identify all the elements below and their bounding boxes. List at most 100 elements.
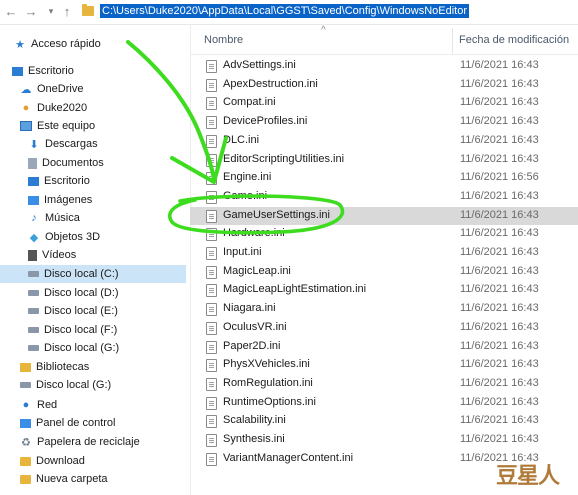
file-row[interactable]: AdvSettings.ini 11/6/2021 16:43 [190,57,578,75]
network-icon: ● [22,399,30,411]
sidebar-item[interactable]: ♻ Papelera de reciclaje [0,433,186,451]
file-date: 11/6/2021 16:43 [460,433,539,445]
folder-icon [20,474,31,484]
address-path[interactable]: C:\Users\Duke2020\AppData\Local\GGST\Sav… [100,4,470,18]
sidebar-item[interactable]: Disco local (G:) [0,339,186,357]
file-row[interactable]: ApexDestruction.ini 11/6/2021 16:43 [190,76,578,94]
navigation-pane: ★ Acceso rápido Escritorio ☁ OneDrive ● Duke20… [0,24,191,495]
drive-icon [28,290,39,296]
file-name: MagicLeapLightEstimation.ini [223,283,367,296]
ini-file-icon [206,190,217,204]
sidebar-item[interactable]: Vídeos [0,246,186,264]
file-name: Input.ini [223,246,262,258]
file-date: 11/6/2021 16:43 [460,339,539,352]
star-icon: ★ [15,38,25,51]
file-date: 11/6/2021 16:43 [460,208,539,221]
file-row[interactable]: Input.ini 11/6/2021 16:43 [190,244,578,262]
sidebar-item[interactable]: Disco local (E:) [0,302,186,320]
ini-file-icon [206,265,217,279]
address-bar[interactable]: C:\Users\Duke2020\AppData\Local\GGST\Sav… [80,2,574,20]
sidebar-item-label: Imágenes [44,194,93,206]
ini-file-icon [206,172,217,186]
sidebar-item[interactable]: Este equipo [0,117,186,135]
sidebar-item[interactable]: Disco local (D:) [0,284,186,302]
file-row[interactable]: RomRegulation.ini 11/6/2021 16:43 [190,375,578,393]
column-date-header[interactable]: Fecha de modificación [459,34,569,46]
sidebar-item[interactable]: Download [0,452,186,470]
sidebar-item-label: Música [45,212,80,224]
sidebar-item-label: Nueva carpeta [36,473,108,485]
sidebar-item-label: Este equipo [37,120,96,132]
ini-file-icon [206,284,217,298]
sidebar-item-label: Documentos [42,157,104,169]
libraries-icon [20,362,31,372]
file-row[interactable]: DeviceProfiles.ini 11/6/2021 16:43 [190,113,578,131]
sidebar-item[interactable]: ★ Acceso rápido [0,35,186,53]
file-row[interactable]: MagicLeap.ini 11/6/2021 16:43 [190,263,578,281]
file-row[interactable]: GameUserSettings.ini 11/6/2021 16:43 [190,206,578,225]
sidebar-item[interactable]: Disco local (F:) [0,321,186,339]
file-row[interactable]: DLC.ini 11/6/2021 16:43 [190,132,578,150]
sidebar-item[interactable]: ♪ Música [0,209,186,227]
sidebar-item[interactable]: Imágenes [0,191,186,209]
sidebar-item-label: Duke2020 [37,102,88,114]
file-row[interactable]: Compat.ini 11/6/2021 16:43 [190,94,578,112]
sidebar-item[interactable]: Documentos [0,154,186,172]
file-name: Compat.ini [223,96,276,109]
file-row[interactable]: RuntimeOptions.ini 11/6/2021 16:43 [190,394,578,412]
file-date: 11/6/2021 16:43 [460,302,539,315]
drive-icon [28,308,39,314]
file-name: Scalability.ini [223,414,286,427]
forward-arrow-icon[interactable]: → [23,3,39,19]
sidebar-item[interactable]: Bibliotecas [0,358,186,376]
sort-chevron-icon[interactable]: ^ [321,25,326,36]
file-row[interactable]: Scalability.ini 11/6/2021 16:43 [190,412,578,430]
file-date: 11/6/2021 16:43 [460,320,539,333]
file-date: 11/6/2021 16:43 [460,152,539,165]
file-row[interactable]: MagicLeapLightEstimation.ini 11/6/2021 16… [190,281,578,299]
sidebar-item-label: Disco local (G:) [44,342,120,354]
file-row[interactable]: EditorScriptingUtilities.ini 11/6/2021 16… [190,151,578,169]
folder-icon [20,456,31,466]
sidebar-item[interactable]: Escritorio [0,172,186,190]
file-date: 11/6/2021 16:43 [460,227,539,240]
file-name: DLC.ini [223,133,260,146]
column-name-header[interactable]: Nombre [204,34,243,46]
chevron-down-icon[interactable]: ▾ [43,3,59,19]
file-row[interactable]: OculusVR.ini 11/6/2021 16:43 [190,319,578,337]
ini-file-icon [206,228,217,242]
sidebar-item[interactable]: Disco local (C:) [0,265,186,283]
column-separator[interactable] [452,28,453,54]
drive-icon [28,345,39,351]
file-row[interactable]: Niagara.ini 11/6/2021 16:43 [190,300,578,318]
sidebar-item-label: Disco local (C:) [44,268,119,280]
ini-file-icon [206,209,217,223]
file-row[interactable]: Hardware.ini 11/6/2021 16:43 [190,225,578,243]
sidebar-item-label: Escritorio [44,175,90,187]
file-name: ApexDestruction.ini [223,77,318,90]
sidebar-item[interactable]: ◆ Objetos 3D [0,228,186,246]
sidebar-item[interactable]: Disco local (G:) [0,376,186,394]
up-arrow-icon[interactable]: ↑ [59,3,75,19]
sidebar-item[interactable]: ● Red [0,396,186,414]
file-row[interactable]: Paper2D.ini 11/6/2021 16:43 [190,338,578,356]
file-date: 11/6/2021 16:43 [460,189,539,202]
file-date: 11/6/2021 16:43 [460,77,539,90]
sidebar-item-label: Vídeos [42,249,77,261]
ini-file-icon [206,434,217,447]
file-row[interactable]: PhysXVehicles.ini 11/6/2021 16:43 [190,356,578,374]
toolbar: ← → ▾ ↑ C:\Users\Duke2020\AppData\Local\… [0,0,578,25]
file-row[interactable]: Game.ini 11/6/2021 16:43 [190,188,578,206]
sidebar-item[interactable]: ⬇ Descargas [0,135,186,153]
documents-icon [28,157,37,169]
sidebar-item[interactable]: Panel de control [0,414,186,432]
file-row[interactable]: Engine.ini 11/6/2021 16:56 [190,169,578,187]
sidebar-item[interactable]: ☁ OneDrive [0,80,186,98]
sidebar-item[interactable]: Escritorio [0,62,186,80]
file-name: GameUserSettings.ini [223,208,330,221]
sidebar-item[interactable]: Nueva carpeta [0,470,186,488]
back-arrow-icon[interactable]: ← [3,3,19,19]
ini-file-icon [206,97,217,111]
file-row[interactable]: Synthesis.ini 11/6/2021 16:43 [190,431,578,449]
sidebar-item[interactable]: ● Duke2020 [0,99,186,117]
